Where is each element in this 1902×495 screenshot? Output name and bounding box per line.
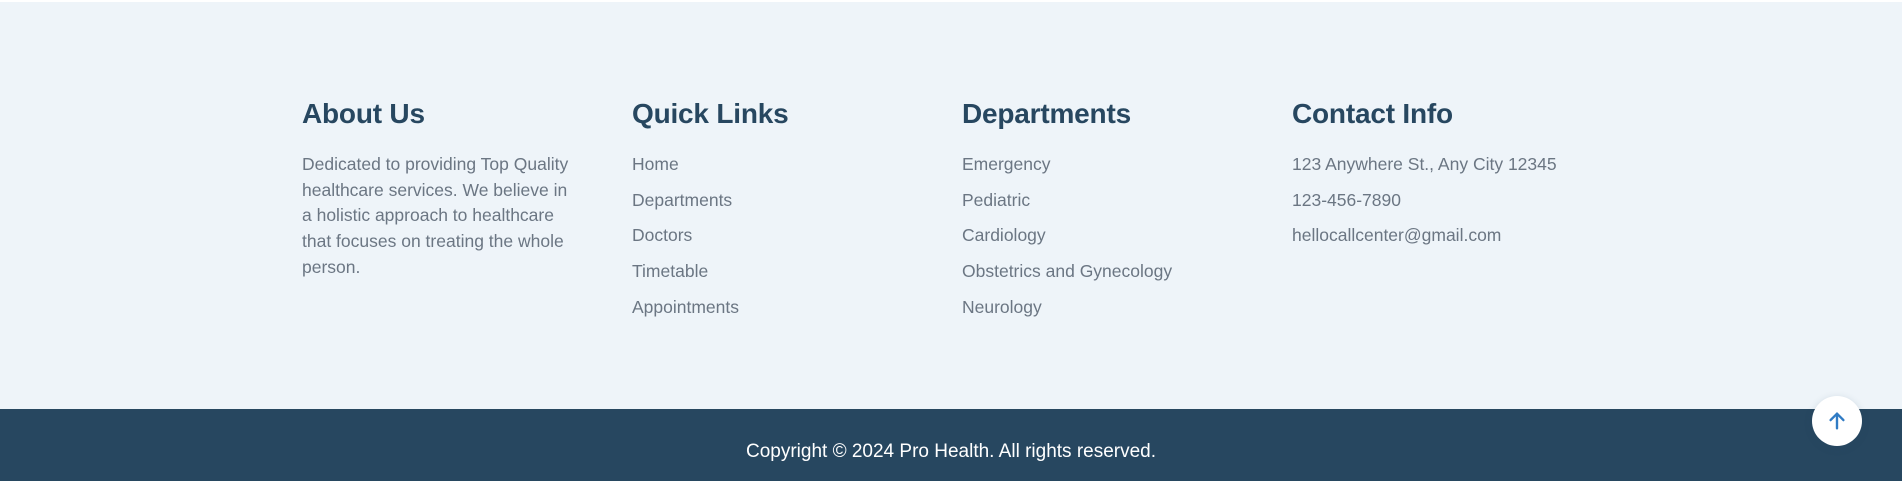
- department-link-pediatric[interactable]: Pediatric: [962, 190, 1030, 210]
- contact-email: hellocallcenter@gmail.com: [1292, 225, 1502, 246]
- department-item: Neurology: [962, 295, 1172, 321]
- quick-link-item: Departments: [632, 188, 789, 214]
- site-footer: About Us Dedicated to providing Top Qual…: [0, 2, 1902, 409]
- contact-phone: 123-456-7890: [1292, 189, 1401, 210]
- quick-link-item: Appointments: [632, 295, 789, 321]
- quick-link-item: Doctors: [632, 223, 789, 249]
- quick-link-item: Timetable: [632, 259, 789, 285]
- contact-address: 123 Anywhere St., Any City 12345: [1292, 154, 1557, 174]
- contact-list: 123 Anywhere St., Any City 12345 123-456…: [1292, 152, 1557, 249]
- quick-links-list: Home Departments Doctors Timetable Appoi…: [632, 152, 789, 321]
- about-description: Dedicated to providing Top Quality healt…: [302, 154, 569, 277]
- quick-link-appointments[interactable]: Appointments: [632, 297, 739, 317]
- about-section: About Us Dedicated to providing Top Qual…: [302, 96, 572, 281]
- copyright-text: Copyright © 2024 Pro Health. All rights …: [745, 441, 1157, 462]
- quick-link-doctors[interactable]: Doctors: [632, 225, 692, 245]
- department-item: Cardiology: [962, 223, 1172, 249]
- copyright-bar: Copyright © 2024 Pro Health. All rights …: [0, 409, 1902, 481]
- department-link-neurology[interactable]: Neurology: [962, 297, 1042, 317]
- department-link-emergency[interactable]: Emergency: [962, 154, 1051, 174]
- quick-links-heading: Quick Links: [632, 98, 789, 129]
- quick-link-home[interactable]: Home: [632, 154, 679, 174]
- contact-section: Contact Info 123 Anywhere St., Any City …: [1292, 96, 1557, 259]
- department-item: Pediatric: [962, 188, 1172, 214]
- quick-links-section: Quick Links Home Departments Doctors Tim…: [632, 96, 789, 331]
- arrow-up-icon: [1829, 412, 1845, 430]
- quick-link-item: Home: [632, 152, 789, 178]
- department-item: Obstetrics and Gynecology: [962, 259, 1172, 285]
- scroll-to-top-button[interactable]: [1812, 396, 1862, 446]
- department-link-cardiology[interactable]: Cardiology: [962, 225, 1046, 245]
- about-heading: About Us: [302, 98, 425, 129]
- departments-section: Departments Emergency Pediatric Cardiolo…: [962, 96, 1172, 331]
- department-link-obstetrics-gynecology[interactable]: Obstetrics and Gynecology: [962, 261, 1172, 281]
- quick-link-departments[interactable]: Departments: [632, 190, 732, 210]
- department-item: Emergency: [962, 152, 1172, 178]
- quick-link-timetable[interactable]: Timetable: [632, 261, 708, 281]
- contact-heading: Contact Info: [1292, 98, 1453, 129]
- departments-heading: Departments: [962, 98, 1131, 129]
- departments-list: Emergency Pediatric Cardiology Obstetric…: [962, 152, 1172, 321]
